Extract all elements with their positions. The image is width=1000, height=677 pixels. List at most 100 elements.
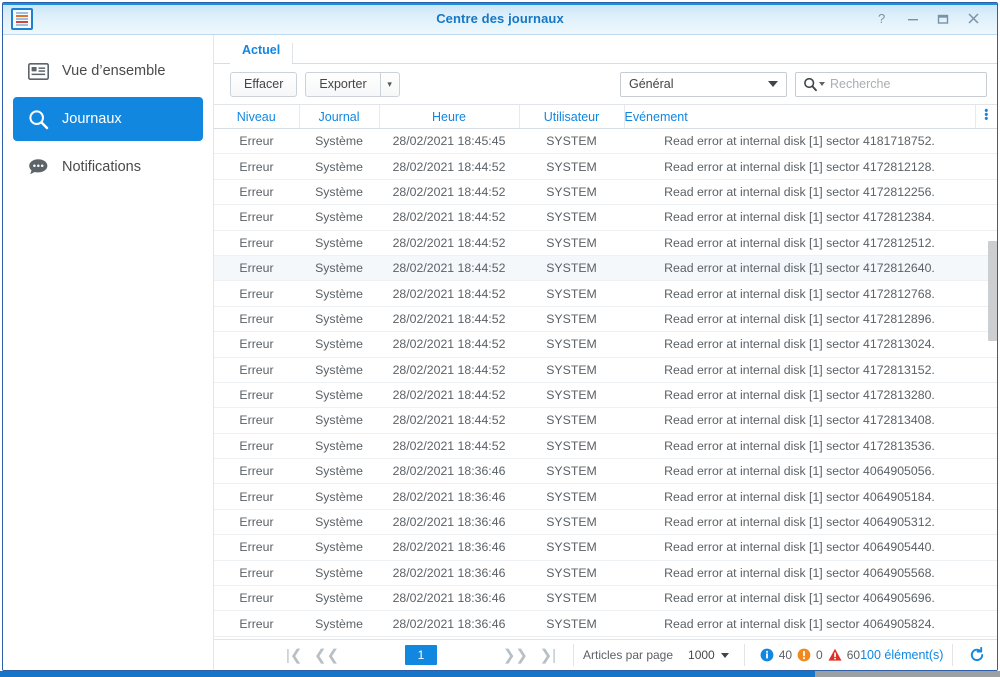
sidebar-item-label: Notifications (62, 159, 141, 175)
close-button[interactable] (959, 6, 987, 32)
cell-utilisateur: SYSTEM (519, 153, 624, 180)
table-row[interactable]: Erreur Système 28/02/2021 18:44:52 SYSTEM Re… (214, 204, 997, 231)
error-count[interactable]: 60 (828, 648, 860, 662)
cell-evenement: Read error at internal disk [1] sector 4… (624, 230, 975, 256)
clear-button[interactable]: Effacer (230, 71, 298, 97)
cell-heure: 28/02/2021 18:44:52 (379, 407, 519, 434)
cell-journal: Système (299, 382, 379, 409)
minimize-button[interactable] (899, 6, 927, 32)
table-row[interactable]: Erreur Système 28/02/2021 18:44:52 SYSTEM Re… (214, 179, 997, 206)
error-triangle-icon (828, 648, 842, 661)
table-scrollbar-thumb[interactable] (988, 241, 997, 341)
table-footer: |❮ ❮❮ 1 ❯❯ ❯| Articles par page 1000 40 … (214, 639, 997, 670)
log-center-icon (11, 7, 33, 30)
table-row[interactable]: Erreur Système 28/02/2021 18:44:52 SYSTEM Re… (214, 407, 997, 434)
export-split-button: Exporter ▾ (305, 71, 400, 97)
cell-evenement: Read error at internal disk [1] sector 4… (624, 357, 975, 383)
info-icon (760, 648, 774, 662)
sidebar: Vue d’ensemble Journaux Notifications (3, 35, 214, 670)
refresh-button[interactable] (962, 642, 991, 668)
table-row[interactable]: Erreur Système 28/02/2021 18:36:46 SYSTEM Re… (214, 483, 997, 510)
table-row[interactable]: Erreur Système 28/02/2021 18:44:52 SYSTEM Re… (214, 306, 997, 333)
table-row[interactable]: Erreur Système 28/02/2021 18:44:52 SYSTEM Re… (214, 331, 997, 358)
column-header-heure[interactable]: Heure (379, 105, 520, 129)
cell-niveau: Erreur (214, 560, 299, 587)
cell-heure: 28/02/2021 14:44:15 (379, 636, 519, 639)
cell-niveau: Erreur (214, 483, 299, 510)
table-row[interactable]: ErreurSystème28/02/2021 14:44:15SYSTEMRe… (214, 636, 997, 639)
desktop-taskbar (0, 671, 1000, 677)
column-header-journal[interactable]: Journal (299, 105, 380, 129)
window-titlebar[interactable]: Centre des journaux ? (3, 3, 997, 35)
column-header-evenement[interactable]: Evénement (624, 105, 976, 129)
cell-evenement: Read error at internal disk [1] sector 4… (624, 509, 975, 536)
cell-heure: 28/02/2021 18:45:45 (379, 128, 519, 155)
cell-utilisateur: SYSTEM (519, 331, 624, 358)
prev-page-button[interactable]: ❮❮ (310, 641, 342, 669)
cell-journal: Système (299, 153, 379, 180)
log-table-container: Niveau Journal Heure Utilisateur Evéneme… (214, 104, 997, 639)
cell-utilisateur: SYSTEM (519, 585, 624, 612)
svg-text:?: ? (878, 12, 885, 26)
log-filter-select[interactable]: Général (620, 71, 787, 97)
cell-niveau: Erreur (214, 407, 299, 434)
table-row[interactable]: Erreur Système 28/02/2021 18:44:52 SYSTEM Re… (214, 230, 997, 256)
column-header-utilisateur[interactable]: Utilisateur (519, 105, 625, 129)
table-scrollbar[interactable] (988, 129, 997, 639)
cell-heure: 28/02/2021 18:44:52 (379, 179, 519, 206)
sidebar-item-journaux[interactable]: Journaux (13, 97, 203, 141)
table-row[interactable]: Erreur Système 28/02/2021 18:36:46 SYSTEM Re… (214, 509, 997, 536)
vertical-dots-icon: • • • (984, 104, 989, 125)
cell-evenement: Read error at internal disk [1] sector 4… (624, 128, 975, 155)
export-button[interactable]: Exporter (305, 71, 381, 97)
table-row[interactable]: Erreur Système 28/02/2021 18:45:45 SYSTEM Re… (214, 128, 997, 155)
cell-heure: 28/02/2021 18:44:52 (379, 280, 519, 307)
screen: Centre des journaux ? Vue d’ensemble Jou… (0, 0, 1000, 677)
export-dropdown-caret-icon[interactable]: ▾ (379, 71, 400, 97)
cell-journal: Système (299, 610, 379, 637)
table-row[interactable]: Erreur Système 28/02/2021 18:44:52 SYSTEM Re… (214, 153, 997, 180)
help-button[interactable]: ? (869, 6, 897, 32)
last-page-button[interactable]: ❯| (532, 641, 564, 669)
log-center-window: Centre des journaux ? Vue d’ensemble Jou… (2, 2, 998, 671)
table-row[interactable]: Erreur Système 28/02/2021 18:36:46 SYSTEM Re… (214, 560, 997, 587)
maximize-button[interactable] (929, 6, 957, 32)
cell-utilisateur: SYSTEM (519, 357, 624, 383)
cell-utilisateur: SYSTEM (519, 255, 624, 282)
cell-journal: Système (299, 128, 379, 155)
current-page-input[interactable]: 1 (404, 645, 438, 665)
table-row[interactable]: Erreur Système 28/02/2021 18:36:46 SYSTEM Re… (214, 534, 997, 561)
table-row[interactable]: Erreur Système 28/02/2021 18:36:46 SYSTEM Re… (214, 585, 997, 612)
cell-niveau: Erreur (214, 610, 299, 637)
sidebar-item-notifications[interactable]: Notifications (13, 145, 203, 189)
cell-heure: 28/02/2021 18:36:46 (379, 509, 519, 536)
next-page-button[interactable]: ❯❯ (499, 641, 531, 669)
table-row[interactable]: Erreur Système 28/02/2021 18:44:52 SYSTEM Re… (214, 357, 997, 383)
table-row[interactable]: Erreur Système 28/02/2021 18:44:52 SYSTEM Re… (214, 280, 997, 307)
column-header-niveau[interactable]: Niveau (214, 105, 300, 129)
table-row[interactable]: Erreur Système 28/02/2021 18:36:46 SYSTEM Re… (214, 458, 997, 485)
footer-divider-3 (952, 644, 954, 666)
cell-journal: Système (299, 585, 379, 612)
per-page-select[interactable]: 1000 (681, 644, 735, 666)
cell-evenement: Read error at internal disk [1] sector 4… (624, 458, 975, 485)
cell-journal: Système (299, 509, 379, 536)
warning-count[interactable]: 0 (797, 648, 823, 662)
warning-count-value: 0 (816, 648, 823, 662)
info-count[interactable]: 40 (760, 648, 792, 662)
cell-utilisateur: SYSTEM (519, 636, 624, 639)
log-filter-value: Général (629, 77, 674, 91)
cell-utilisateur: SYSTEM (519, 306, 624, 333)
tab-label: Actuel (242, 43, 281, 57)
search-options-caret-icon[interactable] (819, 82, 825, 86)
table-row[interactable]: Erreur Système 28/02/2021 18:44:52 SYSTEM Re… (214, 433, 997, 460)
cell-heure: 28/02/2021 18:44:52 (379, 230, 519, 256)
table-row[interactable]: Erreur Système 28/02/2021 18:44:52 SYSTEM Re… (214, 382, 997, 409)
sidebar-item-overview[interactable]: Vue d’ensemble (13, 49, 203, 93)
tab-actuel[interactable]: Actuel (230, 43, 294, 64)
column-options-button[interactable]: • • • (975, 105, 997, 129)
search-input[interactable]: Recherche (795, 71, 987, 97)
first-page-button[interactable]: |❮ (278, 641, 310, 669)
table-row[interactable]: Erreur Système 28/02/2021 18:36:46 SYSTEM Re… (214, 610, 997, 637)
table-row[interactable]: Erreur Système 28/02/2021 18:44:52 SYSTEM Re… (214, 255, 997, 282)
